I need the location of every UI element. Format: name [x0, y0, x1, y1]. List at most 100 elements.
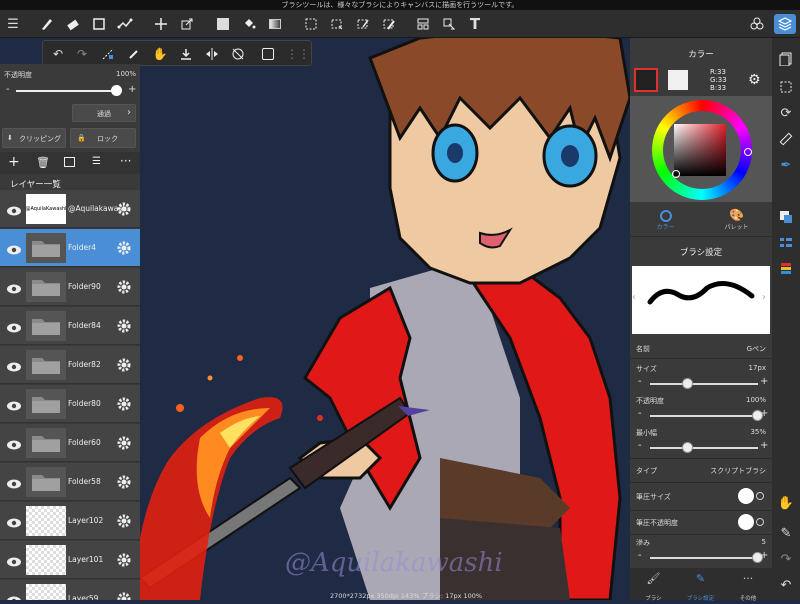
brush-opacity-plus-button[interactable]: +	[760, 408, 768, 419]
opacity-slider-knob[interactable]	[111, 85, 122, 96]
layer-list-icon[interactable]: ☰	[92, 156, 101, 167]
lasso-icon[interactable]	[326, 14, 348, 34]
min-width-knob[interactable]	[681, 442, 693, 453]
visibility-eye-icon[interactable]	[6, 358, 22, 372]
size-plus-button[interactable]: +	[760, 376, 768, 387]
brush-prev-icon[interactable]: ‹	[632, 292, 636, 303]
material-icon[interactable]	[746, 14, 768, 34]
background-color-swatch[interactable]	[668, 70, 688, 90]
stroke-plus-button[interactable]: +	[760, 550, 768, 561]
hue-picker-knob[interactable]	[744, 148, 752, 156]
color-settings-gear-icon[interactable]: ⚙	[748, 72, 761, 88]
add-layer-icon[interactable]: +	[8, 154, 20, 170]
visibility-eye-icon[interactable]	[6, 514, 22, 528]
visibility-eye-icon[interactable]	[6, 553, 22, 567]
stroke-minus-button[interactable]: -	[638, 550, 642, 561]
saturation-value-square[interactable]	[674, 124, 726, 176]
layer-settings-gear-icon[interactable]	[116, 279, 132, 295]
layer-settings-gear-icon[interactable]	[116, 201, 132, 217]
lock-button[interactable]: 🔒 ロック	[70, 128, 136, 148]
fill-color-icon[interactable]	[212, 14, 234, 34]
layer-row[interactable]: Folder90	[0, 268, 140, 306]
hand-icon[interactable]: ✋	[149, 44, 171, 64]
brush-next-icon[interactable]: ›	[762, 292, 766, 303]
rotate-icon[interactable]: ⟳	[777, 104, 795, 122]
undo-icon[interactable]: ↶	[47, 44, 69, 64]
visibility-eye-icon[interactable]	[6, 592, 22, 600]
layer-row[interactable]: @AquilaKawashi @Aquilakawashi	[0, 190, 140, 228]
layer-settings-gear-icon[interactable]	[116, 318, 132, 334]
flip-icon[interactable]	[201, 44, 223, 64]
layer-row[interactable]: Folder60	[0, 424, 140, 462]
eyedropper-icon[interactable]	[352, 14, 374, 34]
min-width-plus-button[interactable]: +	[760, 440, 768, 451]
tab-other[interactable]: ··· その他	[724, 568, 772, 602]
brush-name-value[interactable]: Gペン	[747, 344, 766, 354]
hand-tool-icon[interactable]: ✋	[777, 494, 795, 512]
pen-pressure-icon[interactable]: ✒	[777, 156, 795, 174]
layer-settings-gear-icon[interactable]	[116, 240, 132, 256]
opacity-minus-button[interactable]: -	[6, 84, 10, 95]
menu-icon[interactable]: ☰	[2, 14, 24, 34]
visibility-eye-icon[interactable]	[6, 436, 22, 450]
brush-type-value[interactable]: スクリプトブラシ	[710, 466, 766, 476]
redo-icon[interactable]: ↷	[71, 44, 93, 64]
size-slider[interactable]	[650, 383, 758, 385]
opacity-plus-button[interactable]: +	[128, 84, 136, 95]
layer-settings-gear-icon[interactable]	[116, 591, 132, 600]
clipping-button[interactable]: ⬇ クリッピング	[2, 128, 66, 148]
layer-settings-gear-icon[interactable]	[116, 435, 132, 451]
selection-panel-icon[interactable]	[777, 78, 795, 96]
pick-icon[interactable]	[438, 14, 460, 34]
select-rect-icon[interactable]	[88, 14, 110, 34]
import-icon[interactable]	[175, 44, 197, 64]
min-width-minus-button[interactable]: -	[638, 440, 642, 451]
pressure-opacity-off[interactable]	[756, 518, 764, 526]
eyedropper-strip-icon[interactable]: ✎	[777, 524, 795, 542]
layers-icon[interactable]	[774, 14, 796, 34]
pressure-size-off[interactable]	[756, 492, 764, 500]
color-panel-icon[interactable]	[777, 208, 795, 226]
tab-brush[interactable]: 🖌 ブラシ	[630, 568, 677, 602]
layer-row[interactable]: Folder82	[0, 346, 140, 384]
select-pen-icon[interactable]	[378, 14, 400, 34]
layer-row[interactable]: Folder4	[0, 229, 140, 267]
min-width-slider[interactable]	[650, 447, 758, 449]
rotate-lock-icon[interactable]	[227, 44, 249, 64]
brush-icon[interactable]	[36, 14, 58, 34]
foreground-color-swatch[interactable]	[634, 68, 658, 92]
tab-brush-settings[interactable]: ✎ ブラシ設定	[677, 568, 724, 602]
layer-settings-gear-icon[interactable]	[116, 357, 132, 373]
more-icon[interactable]: ···	[120, 154, 131, 168]
bucket-icon[interactable]	[238, 14, 260, 34]
visibility-eye-icon[interactable]	[6, 319, 22, 333]
brush-list-icon[interactable]	[777, 234, 795, 252]
layer-row[interactable]: Folder80	[0, 385, 140, 423]
brush-opacity-slider[interactable]	[650, 415, 758, 417]
layer-row[interactable]: Folder58	[0, 463, 140, 501]
layer-row[interactable]: Layer101	[0, 541, 140, 579]
transform-icon[interactable]	[176, 14, 198, 34]
pressure-size-toggle[interactable]	[738, 488, 754, 504]
move-icon[interactable]	[150, 14, 172, 34]
gradient-icon[interactable]	[264, 14, 286, 34]
eyedropper-small-icon[interactable]	[123, 44, 145, 64]
flatten-icon[interactable]	[257, 44, 279, 64]
magic-wand-icon[interactable]	[114, 14, 136, 34]
eraser-icon[interactable]	[62, 14, 84, 34]
frame-icon[interactable]	[412, 14, 434, 34]
visibility-eye-icon[interactable]	[6, 397, 22, 411]
layer-settings-gear-icon[interactable]	[116, 396, 132, 412]
color-picker-knob[interactable]	[672, 170, 680, 178]
redo-strip-icon[interactable]: ↷	[777, 550, 795, 568]
select-icon[interactable]	[300, 14, 322, 34]
blend-mode-select[interactable]: 通過 ›	[72, 104, 136, 122]
layer-copy-icon[interactable]	[64, 157, 75, 167]
visibility-eye-icon[interactable]	[6, 280, 22, 294]
pages-icon[interactable]	[777, 50, 795, 68]
visibility-eye-icon[interactable]	[6, 475, 22, 489]
layer-settings-gear-icon[interactable]	[116, 474, 132, 490]
text-tool-icon[interactable]: T	[464, 14, 486, 34]
layer-settings-gear-icon[interactable]	[116, 552, 132, 568]
layer-settings-gear-icon[interactable]	[116, 513, 132, 529]
